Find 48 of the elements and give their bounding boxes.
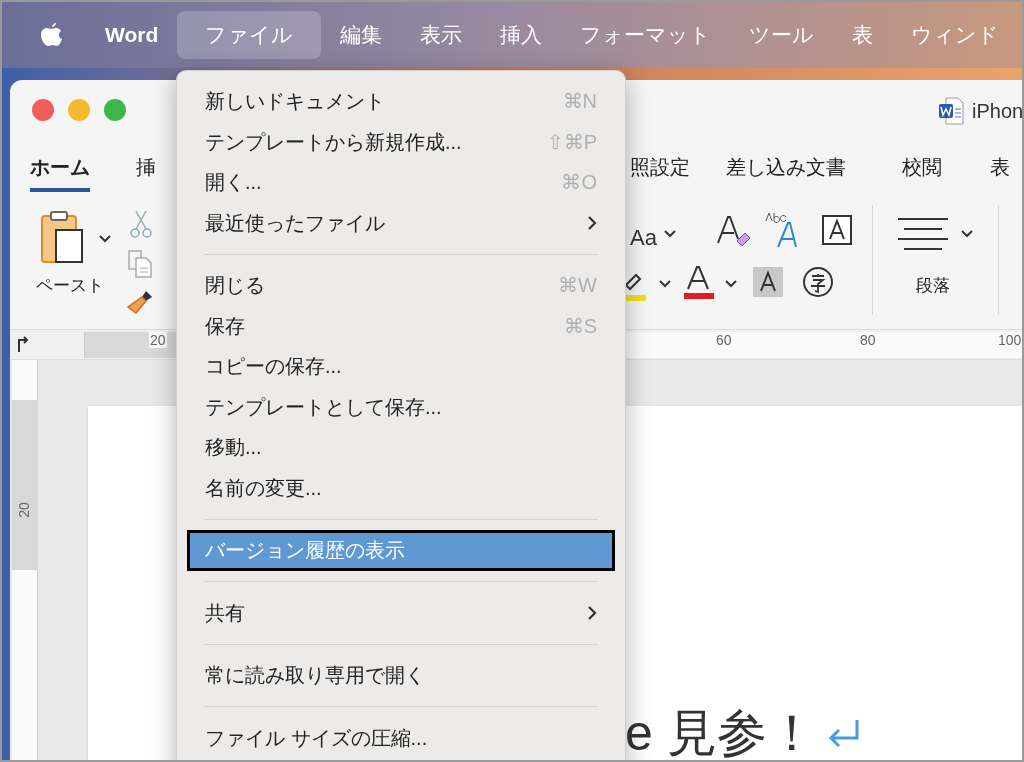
font-case-button[interactable]: Aa [630,221,657,254]
ribbon-tab[interactable]: 挿 [136,152,156,192]
text-box-icon[interactable] [822,215,852,245]
menu-item[interactable]: 名前の変更... [187,467,615,508]
ribbon-tab[interactable]: 表 [990,152,1010,192]
caret-icon[interactable] [664,229,676,239]
shortcut-label: ⌘N [562,89,597,115]
menu-item[interactable]: テンプレートとして保存... [187,386,615,427]
menu-item[interactable]: 移動... [187,427,615,468]
menu-item[interactable]: ファイル サイズの圧縮... [187,717,615,758]
ribbon-tab[interactable]: 照設定 [630,152,690,192]
ribbon-tab[interactable]: 校閲 [902,152,942,192]
shortcut-label: ⇧⌘P [546,129,597,155]
phonetic-guide-icon[interactable] [802,266,834,298]
document-icon [938,97,964,125]
shading-icon[interactable] [753,267,783,297]
paste-icon[interactable] [40,210,112,266]
paragraph-mark-icon [826,717,861,750]
menu-item[interactable]: 共有 [187,592,615,633]
ruler-number: 100 [997,332,1022,348]
menu-item[interactable]: コピーの保存... [187,346,615,387]
ribbon-tab[interactable]: 差し込み文書 [726,152,846,192]
menu-item[interactable]: 新しいドキュメント ⌘N [187,81,615,122]
menu-item[interactable]: 保存 ⌘S [187,305,615,346]
paste-label: ペースト [36,275,104,297]
ruler-number: 20 [149,332,167,348]
window-title: iPhon [972,99,1022,124]
close-button[interactable] [32,99,54,121]
text-effects-icon[interactable] [764,211,800,249]
paragraph-label[interactable]: 段落 [916,273,950,299]
shortcut-label: ⌘O [561,170,597,196]
ruler-number: 80 [859,332,877,348]
tab-stop-icon[interactable] [16,336,30,352]
shortcut-label: ⌘S [563,313,597,339]
menu-title[interactable]: 編集 [321,11,402,59]
menu-item[interactable]: 閉じる ⌘W [187,265,615,306]
clear-format-icon[interactable] [715,213,751,249]
shortcut-label: ⌘W [558,273,597,299]
ribbon-tab[interactable]: ホーム [30,152,90,192]
document-text: e 見参！ [625,704,817,760]
menu-item[interactable]: 開く... ⌘O [187,162,615,203]
menu-item[interactable]: 最近使ったファイル [187,202,615,243]
app-menu[interactable]: Word [86,11,178,59]
menu-item[interactable]: テンプレートから新規作成... ⇧⌘P [187,121,615,162]
ruler-number: 20 [15,502,32,518]
menu-item[interactable]: 常に読み取り専用で開く [187,655,615,696]
ruler-number: 60 [715,332,733,348]
align-icon[interactable] [896,217,976,251]
